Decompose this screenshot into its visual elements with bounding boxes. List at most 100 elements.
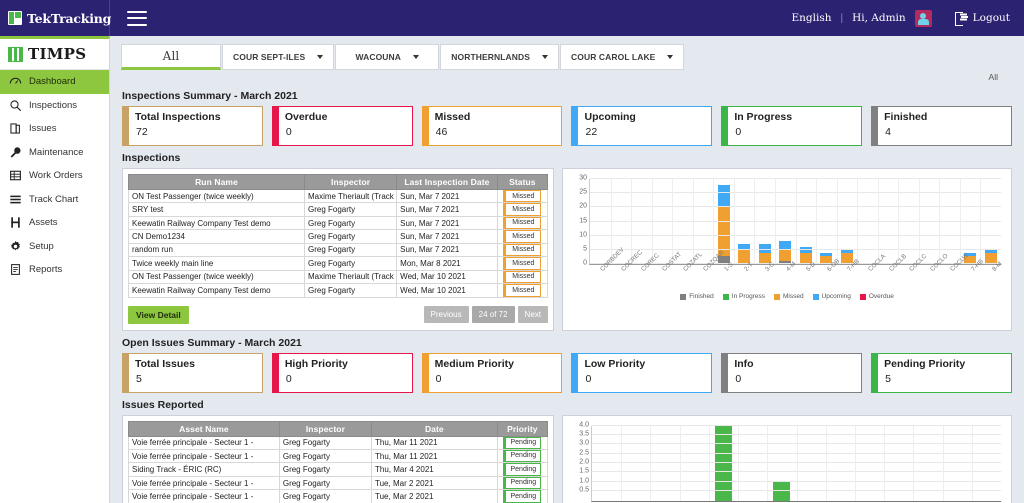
status-badge-cell: Missed	[497, 284, 547, 297]
status-badge: Missed	[503, 257, 541, 269]
issues-card-low-priority[interactable]: Low Priority 0	[571, 353, 712, 393]
cell-inspector: Greg Fogarty	[304, 284, 396, 297]
table-row[interactable]: ON Test Passenger (twice weekly)Maxime T…	[129, 190, 548, 203]
view-detail-button[interactable]: View Detail	[128, 306, 189, 324]
legend-label: Finished	[689, 293, 714, 300]
sidebar-item-issues[interactable]: Issues	[0, 117, 109, 141]
legend-item-overdue[interactable]: Overdue	[860, 293, 894, 300]
language-link[interactable]: English	[791, 12, 831, 24]
column-header: Inspector	[304, 175, 396, 190]
card-value: 46	[435, 126, 471, 138]
table-row[interactable]: Keewatin Railway Company Test demoGreg F…	[129, 284, 548, 297]
inspections-table-panel: Run NameInspectorLast Inspection DateSta…	[122, 168, 554, 331]
cell-date: Sun, Mar 7 2021	[397, 216, 498, 229]
sidebar-item-maintenance[interactable]: Maintenance	[0, 141, 109, 165]
gridline-vertical	[652, 179, 653, 264]
status-badge-cell: Missed	[497, 203, 547, 216]
filter-tab-cour-carol-lake[interactable]: COUR CAROL LAKE	[560, 44, 684, 70]
inspections-table: Run NameInspectorLast Inspection DateSta…	[128, 174, 548, 298]
inspections-card-upcoming[interactable]: Upcoming22	[571, 106, 712, 146]
inspections-card-missed[interactable]: Missed46	[422, 106, 563, 146]
card-value: 0	[584, 373, 645, 385]
table-row[interactable]: ON Test Passenger (twice weekly)Maxime T…	[129, 270, 548, 283]
issues-card-pending-priority[interactable]: Pending Priority5	[871, 353, 1012, 393]
card-label: Low Priority	[584, 358, 645, 370]
table-row[interactable]: CN Demo1234Greg FogartySun, Mar 7 2021Mi…	[129, 230, 548, 243]
table-row[interactable]: Keewatin Railway Company Test demoGreg F…	[129, 216, 548, 229]
legend-item-missed[interactable]: Missed	[774, 293, 804, 300]
filter-tab-wacouna[interactable]: WACOUNA	[335, 44, 439, 70]
card-value: 72	[135, 126, 221, 138]
cell-inspector: Greg Fogarty	[304, 216, 396, 229]
legend-item-upcoming[interactable]: Upcoming	[813, 293, 851, 300]
avatar[interactable]	[915, 10, 932, 27]
filter-tab-northernlands[interactable]: NORTHERNLANDS	[440, 44, 559, 70]
cell-date: Tue, Mar 2 2021	[372, 476, 498, 489]
legend-label: Upcoming	[822, 293, 851, 300]
card-label: High Priority	[285, 358, 348, 370]
table-row[interactable]: Voie ferrée principale - Secteur 1 -Greg…	[129, 490, 548, 503]
gridline-vertical	[857, 179, 858, 264]
table-row[interactable]: Twice weekly main lineGreg FogartyMon, M…	[129, 257, 548, 270]
issues-card-total-issues[interactable]: Total Issues5	[122, 353, 263, 393]
issues-card-info[interactable]: Info0	[721, 353, 862, 393]
inspections-card-total-inspections[interactable]: Total Inspections72	[122, 106, 263, 146]
sidebar-item-label: Inspections	[29, 100, 77, 111]
gridline-vertical	[775, 179, 776, 264]
sidebar-item-reports[interactable]: Reports	[0, 258, 109, 282]
gridline-vertical	[919, 179, 920, 264]
previous-page-button[interactable]: Previous	[424, 306, 469, 323]
gridline-vertical	[816, 179, 817, 264]
legend-item-finished[interactable]: Finished	[680, 293, 714, 300]
sidebar-item-label: Maintenance	[29, 147, 83, 158]
cell-date: Mon, Mar 8 2021	[397, 257, 498, 270]
cell-date: Thu, Mar 11 2021	[372, 449, 498, 462]
cell-inspector: Greg Fogarty	[304, 203, 396, 216]
separator: |	[840, 13, 843, 24]
sidebar-item-setup[interactable]: Setup	[0, 235, 109, 259]
sidebar-item-label: Setup	[29, 241, 54, 252]
gridline-vertical	[943, 426, 944, 501]
logout-button[interactable]: Logout	[955, 12, 1010, 24]
inspections-card-in-progress[interactable]: In Progress0	[721, 106, 862, 146]
timps-logo: TIMPS	[0, 39, 109, 70]
legend-label: Missed	[783, 293, 804, 300]
status-badge: Missed	[503, 203, 541, 215]
sidebar-item-work-orders[interactable]: Work Orders	[0, 164, 109, 188]
brand-logo[interactable]: TekTracking	[0, 0, 110, 36]
inspections-card-overdue[interactable]: Overdue0	[272, 106, 413, 146]
sidebar-item-track-chart[interactable]: Track Chart	[0, 188, 109, 212]
status-badge-cell: Pending	[497, 476, 547, 489]
x-axis-label: COREC	[630, 267, 651, 293]
filter-tab-all[interactable]: All	[121, 44, 221, 70]
hamburger-icon[interactable]	[127, 11, 147, 26]
status-badge-cell: Missed	[497, 270, 547, 283]
cell-inspector: Maxime Theriault (Track M	[304, 270, 396, 283]
issues-table-title: Issues Reported	[110, 393, 1024, 415]
issues-card-medium-priority[interactable]: Medium Priority0	[422, 353, 563, 393]
table-row[interactable]: Voie ferrée principale - Secteur 1 -Greg…	[129, 449, 548, 462]
sidebar-item-inspections[interactable]: Inspections	[0, 94, 109, 118]
table-row[interactable]: random runGreg FogartySun, Mar 7 2021Mis…	[129, 243, 548, 256]
table-row[interactable]: SRY testGreg FogartySun, Mar 7 2021Misse…	[129, 203, 548, 216]
inspections-table-footer: View Detail Previous 24 of 72 Next	[128, 306, 548, 324]
cell-date: Wed, Mar 10 2021	[397, 270, 498, 283]
table-row[interactable]: Voie ferrée principale - Secteur 1 -Greg…	[129, 436, 548, 449]
next-page-button[interactable]: Next	[518, 306, 548, 323]
table-row[interactable]: Voie ferrée principale - Secteur 1 -Greg…	[129, 476, 548, 489]
gridline-vertical	[709, 426, 710, 501]
y-axis-tick: 1.5	[579, 468, 589, 475]
ladder-icon	[9, 216, 22, 229]
issues-card-high-priority[interactable]: High Priority0	[272, 353, 413, 393]
cell-inspector: Greg Fogarty	[279, 436, 371, 449]
inspections-card-finished[interactable]: Finished4	[871, 106, 1012, 146]
sidebar-item-dashboard[interactable]: Dashboard	[0, 70, 109, 94]
cell-asset: Voie ferrée principale - Secteur 1 -	[129, 490, 280, 503]
filter-tab-cour-sept-iles[interactable]: COUR SEPT-ILES	[222, 44, 334, 70]
cell-date: Sun, Mar 7 2021	[397, 243, 498, 256]
sidebar-item-assets[interactable]: Assets	[0, 211, 109, 235]
table-row[interactable]: Siding Track - ÉRIC (RC)Greg FogartyThu,…	[129, 463, 548, 476]
gridline-vertical	[898, 179, 899, 264]
status-badge-cell: Pending	[497, 463, 547, 476]
legend-item-in-progress[interactable]: In Progress	[723, 293, 765, 300]
